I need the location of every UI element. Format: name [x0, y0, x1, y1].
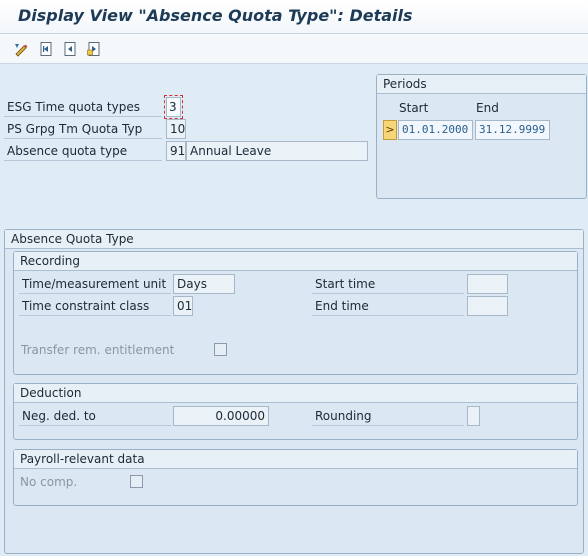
period-select-button[interactable]: >	[383, 120, 397, 140]
period-end-label: End	[476, 101, 499, 115]
time-constraint-field[interactable]: 01	[173, 296, 193, 316]
period-end-field[interactable]: 31.12.9999	[475, 120, 550, 140]
previous-entry-icon[interactable]	[61, 40, 79, 58]
title-bar: Display View "Absence Quota Type": Detai…	[0, 0, 588, 34]
time-unit-label: Time/measurement unit	[19, 274, 171, 294]
application-toolbar	[0, 34, 588, 64]
neg-deduction-label: Neg. ded. to	[19, 406, 171, 426]
period-start-field[interactable]: 01.01.2000	[398, 120, 473, 140]
period-start-label: Start	[399, 101, 429, 115]
display-change-icon[interactable]	[12, 40, 30, 58]
rounding-field[interactable]	[467, 406, 480, 426]
ps-grouping-field[interactable]: 10	[166, 119, 186, 139]
neg-deduction-field[interactable]: 0.00000	[173, 406, 269, 426]
time-unit-field[interactable]: Days	[173, 274, 235, 294]
no-comp-checkbox[interactable]	[130, 475, 143, 488]
payroll-header: Payroll-relevant data	[14, 450, 577, 469]
no-comp-label: No comp.	[20, 475, 78, 489]
window-title: Display View "Absence Quota Type": Detai…	[18, 6, 413, 25]
next-entry-icon[interactable]	[85, 40, 103, 58]
time-constraint-label: Time constraint class	[19, 296, 171, 316]
transfer-entitlement-checkbox[interactable]	[214, 343, 227, 356]
absence-quota-type-header: Absence Quota Type	[5, 230, 583, 249]
first-entry-icon[interactable]	[37, 40, 55, 58]
transfer-entitlement-label: Transfer rem. entitlement	[21, 343, 175, 357]
absence-quota-type-label: Absence quota type	[4, 141, 162, 161]
end-time-field[interactable]	[467, 296, 508, 316]
focus-marker	[164, 95, 183, 119]
deduction-header: Deduction	[14, 384, 577, 403]
periods-header: Periods	[377, 75, 586, 94]
esg-time-quota-label: ESG Time quota types	[4, 97, 162, 117]
absence-quota-type-field[interactable]: 91	[166, 141, 186, 161]
start-time-field[interactable]	[467, 274, 508, 294]
end-time-label: End time	[312, 296, 464, 316]
start-time-label: Start time	[312, 274, 464, 294]
recording-header: Recording	[14, 252, 577, 271]
periods-group: Periods Start End > 01.01.2000 31.12.999…	[376, 74, 587, 199]
rounding-label: Rounding	[312, 406, 464, 426]
payroll-group: Payroll-relevant data	[13, 449, 578, 506]
ps-grouping-label: PS Grpg Tm Quota Typ	[4, 119, 162, 139]
absence-quota-type-text: Annual Leave	[186, 141, 368, 161]
